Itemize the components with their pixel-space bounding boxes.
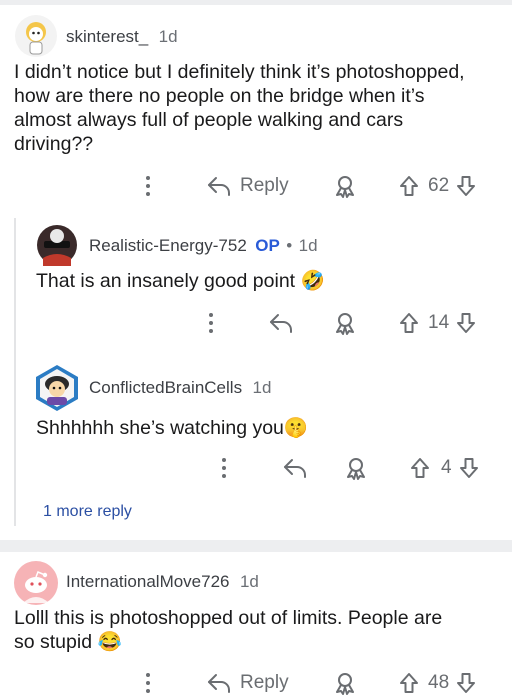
downvote-arrow-icon[interactable] [455,311,477,335]
avatar[interactable] [36,224,78,266]
comment-text: That is an insanely good point [36,270,296,292]
comment-body: I didn’t notice but I definitely think i… [14,60,504,156]
avatar[interactable] [34,364,80,412]
upvote-arrow-icon[interactable] [398,174,420,198]
separator-dot: • [286,236,293,255]
username[interactable]: InternationalMove726 [66,572,230,591]
laughing-emoji: 😂 [97,631,122,653]
reply-arrow-icon [208,177,230,196]
reply-label: Reply [240,175,289,196]
comment-age: 1d [298,236,318,255]
action-bar: 14 [0,308,512,338]
more-options-icon[interactable] [209,313,213,333]
comment-line: so stupid [14,631,93,653]
reply-label: Reply [240,672,289,693]
award-icon[interactable] [333,311,357,335]
upvote-arrow-icon[interactable] [398,311,420,335]
more-options-icon[interactable] [146,176,150,196]
vote-count: 4 [441,457,452,478]
shush-emoji: 🤫 [283,417,309,439]
op-badge: OP [255,236,280,255]
more-replies-link[interactable]: 1 more reply [43,503,132,521]
avatar-icon [36,365,78,411]
comment-line: driving?? [14,133,94,155]
comment-age: 1d [239,572,259,591]
top-separator [0,0,512,5]
comment-body: Shhhhhh she’s watching you🤫 [36,416,308,440]
comment-line: almost always full of people walking and… [14,109,404,131]
comment-age: 1d [252,378,272,397]
reply-arrow-icon [284,459,306,478]
comment-text: Shhhhhh she’s watching you [36,417,284,439]
more-options-icon[interactable] [146,673,150,693]
comment-line: how are there no people on the bridge wh… [14,85,425,107]
action-bar: Reply 48 [0,668,512,698]
avatar[interactable] [14,561,58,605]
vote-count: 14 [428,312,450,333]
rofl-emoji: 🤣 [300,270,325,292]
vote-count: 62 [428,175,450,196]
comment-body: That is an insanely good point 🤣 [36,269,325,293]
action-bar: Reply 62 [0,171,512,201]
reply-button[interactable]: Reply [206,171,289,201]
reply-button[interactable]: Reply [206,668,289,698]
avatar-icon [37,225,77,266]
award-icon[interactable] [333,671,357,695]
comment-separator [0,540,512,552]
more-options-icon[interactable] [222,458,226,478]
downvote-arrow-icon[interactable] [455,174,477,198]
reply-button[interactable] [268,308,294,338]
avatar-icon [15,15,57,57]
vote-count: 48 [428,672,450,693]
upvote-arrow-icon[interactable] [398,671,420,695]
downvote-arrow-icon[interactable] [455,671,477,695]
username[interactable]: Realistic-Energy-752 [89,236,247,255]
reply-arrow-icon [208,674,230,693]
action-bar: 4 [0,453,512,483]
avatar[interactable] [14,14,58,58]
upvote-arrow-icon[interactable] [409,456,431,480]
award-icon[interactable] [344,456,368,480]
username[interactable]: ConflictedBrainCells [89,378,242,397]
award-icon[interactable] [333,174,357,198]
comment-age: 1d [158,27,178,46]
comment-body: Lolll this is photoshopped out of limits… [14,606,504,654]
comment-line: Lolll this is photoshopped out of limits… [14,607,443,629]
username[interactable]: skinterest_ [66,27,148,46]
downvote-arrow-icon[interactable] [458,456,480,480]
reply-button[interactable] [282,453,308,483]
avatar-icon [14,561,58,605]
comment-line: I didn’t notice but I definitely think i… [14,61,465,83]
reply-arrow-icon [270,314,292,333]
